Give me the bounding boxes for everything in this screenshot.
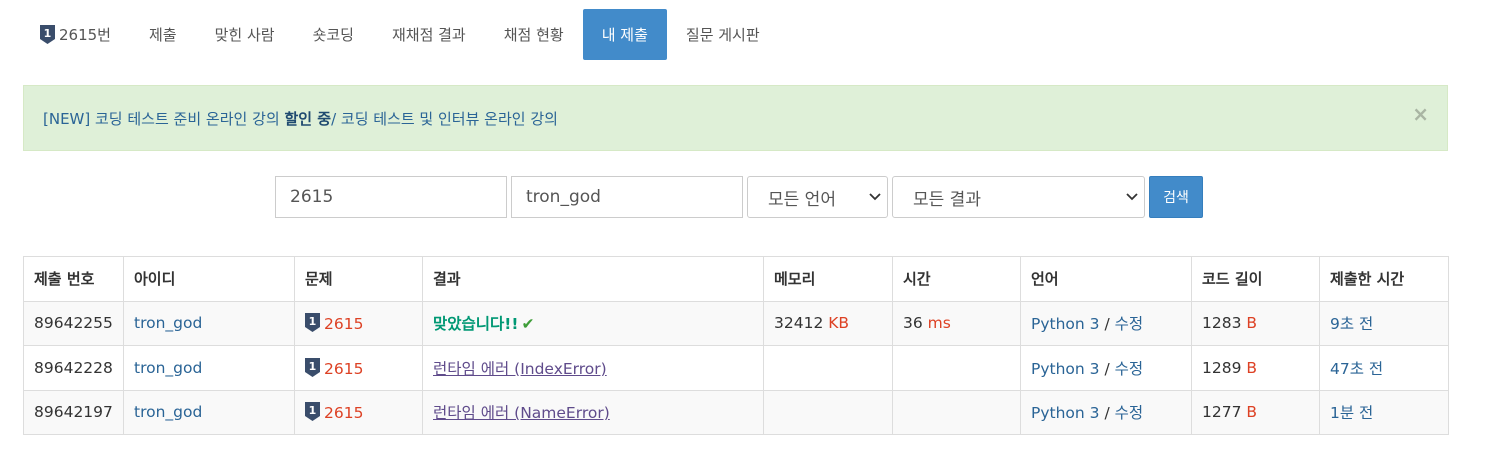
edit-link[interactable]: 수정 (1115, 315, 1144, 333)
memory-value: 32412 (774, 314, 824, 333)
submission-id: 89642228 (23, 345, 124, 391)
tier-badge-icon: 1 (40, 25, 55, 44)
tier-badge-icon: 1 (305, 357, 320, 377)
code-length-value: 1289 (1202, 358, 1242, 377)
user-link[interactable]: tron_god (134, 314, 202, 332)
language-separator: / (1099, 315, 1115, 334)
close-icon[interactable]: × (1412, 104, 1429, 124)
language-link[interactable]: Python 3 (1031, 404, 1100, 422)
tab-status-label: 채점 현황 (503, 26, 564, 44)
header-submission-id: 제출 번호 (23, 256, 124, 302)
chevron-down-icon (869, 193, 881, 201)
edit-link[interactable]: 수정 (1115, 404, 1144, 422)
tab-problem-label: 2615번 (59, 26, 111, 44)
code-length-unit: B (1246, 403, 1258, 422)
tab-rejudge-results[interactable]: 재채점 결과 (373, 9, 485, 60)
tab-question-board[interactable]: 질문 게시판 (667, 9, 779, 60)
edit-link[interactable]: 수정 (1115, 360, 1144, 378)
svg-text:1: 1 (309, 360, 317, 373)
tab-my-submissions[interactable]: 내 제출 (582, 9, 667, 60)
time-value: 36 (903, 314, 923, 333)
header-result: 결과 (422, 256, 764, 302)
promo-alert: [NEW] 코딩 테스트 준비 온라인 강의 할인 중 / 코딩 테스트 및 인… (23, 85, 1448, 151)
time-unit: ms (927, 314, 951, 333)
submission-table: 제출 번호 아이디 문제 결과 메모리 시간 언어 코드 길이 제출한 시간 8… (23, 256, 1449, 435)
problem-id-input[interactable]: 2615 (275, 176, 507, 218)
table-row: 89642255 tron_god 1 2615 맞았습니다!! ✔ 32412 K… (23, 300, 1449, 346)
svg-text:1: 1 (44, 27, 52, 40)
tab-short-coding-label: 숏코딩 (312, 26, 354, 44)
result-select[interactable]: 모든 결과 (892, 176, 1145, 218)
result-accepted: 맞았습니다!! (433, 315, 519, 334)
language-select-value: 모든 언어 (768, 189, 836, 210)
tab-status[interactable]: 채점 현황 (485, 9, 583, 60)
language-separator: / (1099, 359, 1115, 378)
check-icon: ✔ (521, 315, 535, 334)
tab-short-coding[interactable]: 숏코딩 (294, 9, 373, 60)
problem-link[interactable]: 2615 (324, 404, 363, 422)
code-length-unit: B (1246, 358, 1258, 377)
header-time: 시간 (892, 256, 1021, 302)
user-link[interactable]: tron_god (134, 359, 202, 377)
tab-solved-users[interactable]: 맞힌 사람 (196, 9, 294, 60)
submitted-time-link[interactable]: 47초 전 (1330, 360, 1383, 378)
tier-badge-icon: 1 (305, 313, 320, 333)
tier-badge-icon: 1 (305, 402, 320, 422)
promo-link[interactable]: [NEW] 코딩 테스트 준비 온라인 강의 할인 중 (43, 108, 331, 129)
table-row: 89642228 tron_god 1 2615 런타임 에러 (IndexErr… (23, 345, 1449, 391)
language-link[interactable]: Python 3 (1031, 315, 1100, 333)
user-link[interactable]: tron_god (134, 403, 202, 421)
result-runtime-error-link[interactable]: 런타임 에러 (IndexError) (433, 360, 607, 378)
submission-id: 89642255 (23, 300, 124, 346)
result-select-value: 모든 결과 (913, 189, 981, 210)
code-length-value: 1277 (1202, 403, 1242, 422)
header-code-length: 코드 길이 (1191, 256, 1320, 302)
chevron-down-icon (1126, 193, 1138, 201)
result-runtime-error-link[interactable]: 런타임 에러 (NameError) (433, 404, 610, 422)
code-length-unit: B (1246, 314, 1258, 333)
memory-unit: KB (828, 314, 850, 333)
submission-id: 89642197 (23, 389, 124, 435)
svg-text:1: 1 (309, 315, 317, 328)
tab-rejudge-results-label: 재채점 결과 (391, 26, 466, 44)
language-link[interactable]: Python 3 (1031, 360, 1100, 378)
tab-problem[interactable]: 1 2615번 (23, 9, 130, 60)
problem-nav-tabs: 1 2615번 제출 맞힌 사람 숏코딩 재채점 결과 채점 현황 내 제출 질… (23, 9, 779, 60)
language-select[interactable]: 모든 언어 (747, 176, 888, 218)
table-header-row: 제출 번호 아이디 문제 결과 메모리 시간 언어 코드 길이 제출한 시간 (23, 256, 1449, 302)
search-button[interactable]: 검색 (1149, 176, 1203, 218)
user-id-input[interactable]: tron_god (511, 176, 743, 218)
header-problem: 문제 (294, 256, 423, 302)
tab-question-board-label: 질문 게시판 (685, 26, 760, 44)
svg-text:1: 1 (309, 404, 317, 417)
submitted-time-link[interactable]: 1분 전 (1330, 404, 1373, 422)
problem-link[interactable]: 2615 (324, 315, 363, 333)
submitted-time-link[interactable]: 9초 전 (1330, 315, 1373, 333)
header-user-id: 아이디 (123, 256, 295, 302)
language-separator: / (1099, 404, 1115, 423)
search-form: 2615 tron_god 모든 언어 모든 결과 검색 (275, 176, 1203, 218)
tab-submit[interactable]: 제출 (130, 9, 196, 60)
tab-my-submissions-label: 내 제출 (601, 26, 648, 44)
header-submitted-time: 제출한 시간 (1319, 256, 1449, 302)
table-row: 89642197 tron_god 1 2615 런타임 에러 (NameErro… (23, 389, 1449, 435)
tab-submit-label: 제출 (148, 26, 177, 44)
promo-separator: / 코딩 테스트 및 인터뷰 온라인 강의 (331, 109, 558, 128)
problem-link[interactable]: 2615 (324, 360, 363, 378)
header-language: 언어 (1020, 256, 1192, 302)
code-length-value: 1283 (1202, 314, 1242, 333)
tab-solved-users-label: 맞힌 사람 (214, 26, 275, 44)
header-memory: 메모리 (763, 256, 893, 302)
promo-link-prefix: [NEW] 코딩 테스트 준비 온라인 강의 (43, 109, 285, 128)
promo-link-bold: 할인 중 (284, 109, 332, 128)
